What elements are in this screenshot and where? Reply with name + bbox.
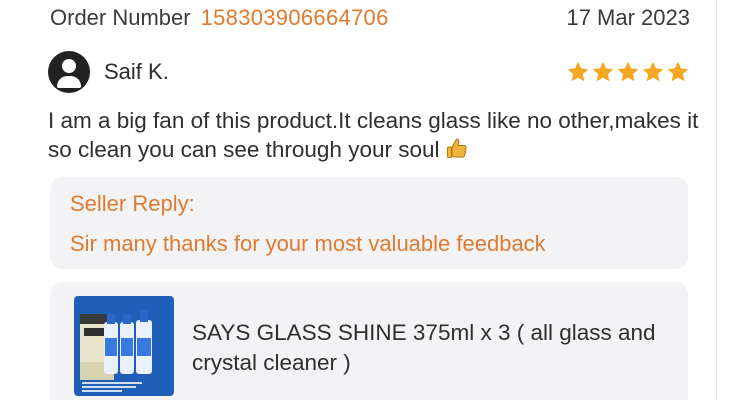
star-icon xyxy=(667,61,689,82)
product-card[interactable]: SAYS GLASS SHINE 375ml x 3 ( all glass a… xyxy=(50,282,688,400)
reviewer-name: Saif K. xyxy=(104,59,169,84)
star-icon xyxy=(642,61,664,82)
order-number-label: Order Number xyxy=(50,5,191,30)
seller-reply-text: Sir many thanks for your most valuable f… xyxy=(70,231,546,256)
product-title[interactable]: SAYS GLASS SHINE 375ml x 3 ( all glass a… xyxy=(192,318,662,378)
product-image xyxy=(74,296,174,396)
seller-reply-card: Seller Reply: Sir many thanks for your m… xyxy=(50,177,688,269)
order-number-value[interactable]: 158303906664706 xyxy=(201,5,389,31)
star-icon xyxy=(592,61,614,82)
order-header: Order Number 158303906664706 17 Mar 2023 xyxy=(50,2,690,34)
product-thumbnail[interactable] xyxy=(74,296,174,396)
page-edge-divider xyxy=(716,0,717,400)
review-body: I am a big fan of this product.It cleans… xyxy=(48,106,708,164)
star-icon xyxy=(567,61,589,82)
user-avatar-icon xyxy=(48,51,90,93)
star-icon xyxy=(617,61,639,82)
thumbs-up-icon xyxy=(446,138,467,158)
review-text: I am a big fan of this product.It cleans… xyxy=(48,108,699,162)
order-date: 17 Mar 2023 xyxy=(566,5,690,30)
seller-reply-title: Seller Reply: xyxy=(70,191,195,216)
star-rating xyxy=(566,60,690,84)
reviewer-row: Saif K. xyxy=(48,50,690,94)
